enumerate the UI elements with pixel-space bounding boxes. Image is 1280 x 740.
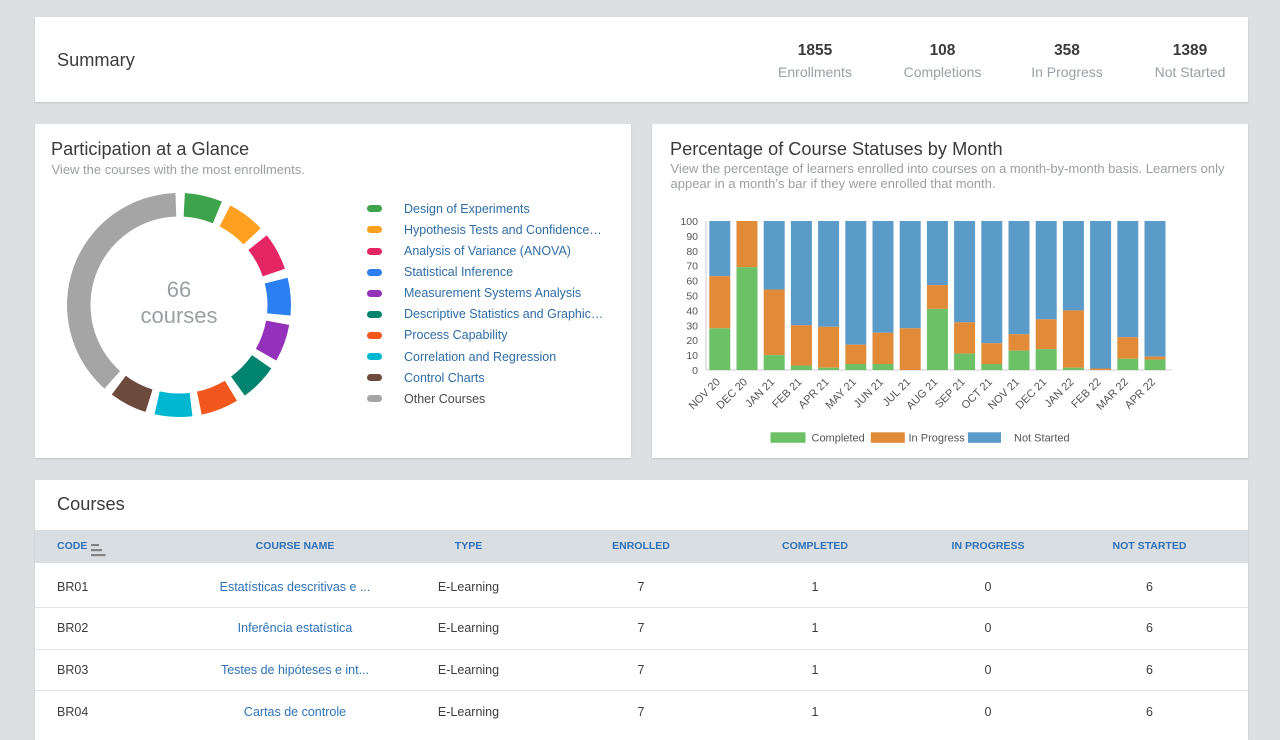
svg-text:90: 90	[686, 231, 698, 243]
svg-text:30: 30	[686, 320, 698, 332]
svg-text:In Progress: In Progress	[909, 432, 966, 444]
svg-text:60: 60	[686, 276, 698, 288]
svg-text:70: 70	[686, 261, 698, 273]
svg-text:Not Started: Not Started	[1014, 432, 1070, 444]
svg-text:JUN 21: JUN 21	[852, 376, 886, 410]
svg-text:80: 80	[686, 246, 698, 258]
svg-text:20: 20	[686, 335, 698, 347]
svg-text:100: 100	[680, 216, 698, 228]
svg-text:Completed: Completed	[812, 432, 865, 444]
svg-text:MAY 21: MAY 21	[823, 376, 858, 411]
svg-text:10: 10	[686, 350, 698, 362]
svg-text:40: 40	[686, 305, 698, 317]
svg-text:50: 50	[686, 291, 698, 303]
svg-text:0: 0	[692, 365, 698, 377]
svg-text:APR 22: APR 22	[1123, 376, 1158, 411]
